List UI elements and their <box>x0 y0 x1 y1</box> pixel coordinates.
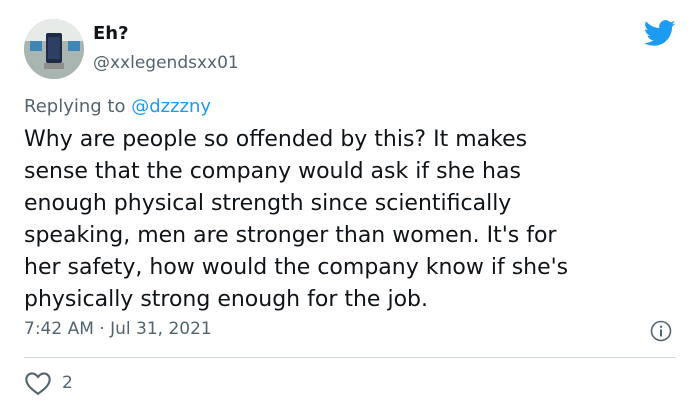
avatar[interactable] <box>24 19 84 79</box>
tweet-text: Why are people so offended by this? It m… <box>24 127 569 312</box>
reply-mention-link[interactable]: @dzzzny <box>131 96 211 117</box>
divider <box>24 357 676 358</box>
display-name[interactable]: Eh? <box>93 23 239 45</box>
twitter-bird-icon[interactable] <box>644 20 676 47</box>
like-count: 2 <box>62 373 73 393</box>
user-info: Eh? @xxlegendsxx01 <box>93 23 239 74</box>
replying-to: Replying to @dzzzny <box>24 96 211 117</box>
tweet-timestamp[interactable]: 7:42 AM · Jul 31, 2021 <box>24 319 212 339</box>
replying-to-label: Replying to <box>24 96 132 117</box>
avatar-image <box>24 19 84 79</box>
user-handle[interactable]: @xxlegendsxx01 <box>93 52 239 74</box>
info-icon[interactable] <box>650 320 672 342</box>
heart-icon <box>25 372 51 396</box>
like-button[interactable]: 2 <box>24 370 73 396</box>
